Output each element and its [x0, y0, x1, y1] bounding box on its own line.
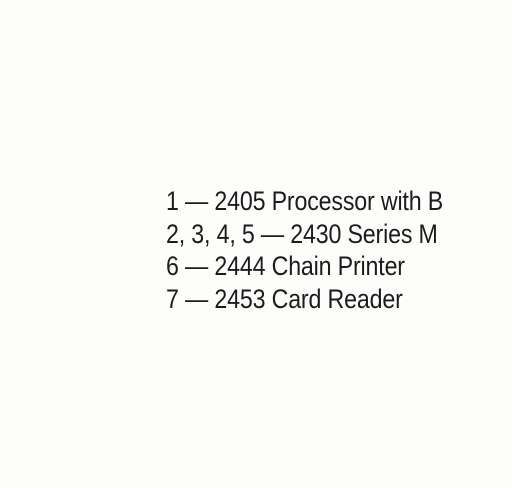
caption-line: 1 — 2405 Processor with B — [166, 186, 444, 216]
caption-line: 6 — 2444 Chain Printer — [166, 251, 405, 281]
caption-line: 2, 3, 4, 5 — 2430 Series M — [166, 218, 438, 249]
caption-line: 7 — 2453 Card Reader — [166, 283, 403, 314]
document-page: 1 — 2405 Processor with B 2, 3, 4, 5 — 2… — [0, 0, 512, 488]
caption-list: 1 — 2405 Processor with B 2, 3, 4, 5 — 2… — [166, 185, 488, 315]
